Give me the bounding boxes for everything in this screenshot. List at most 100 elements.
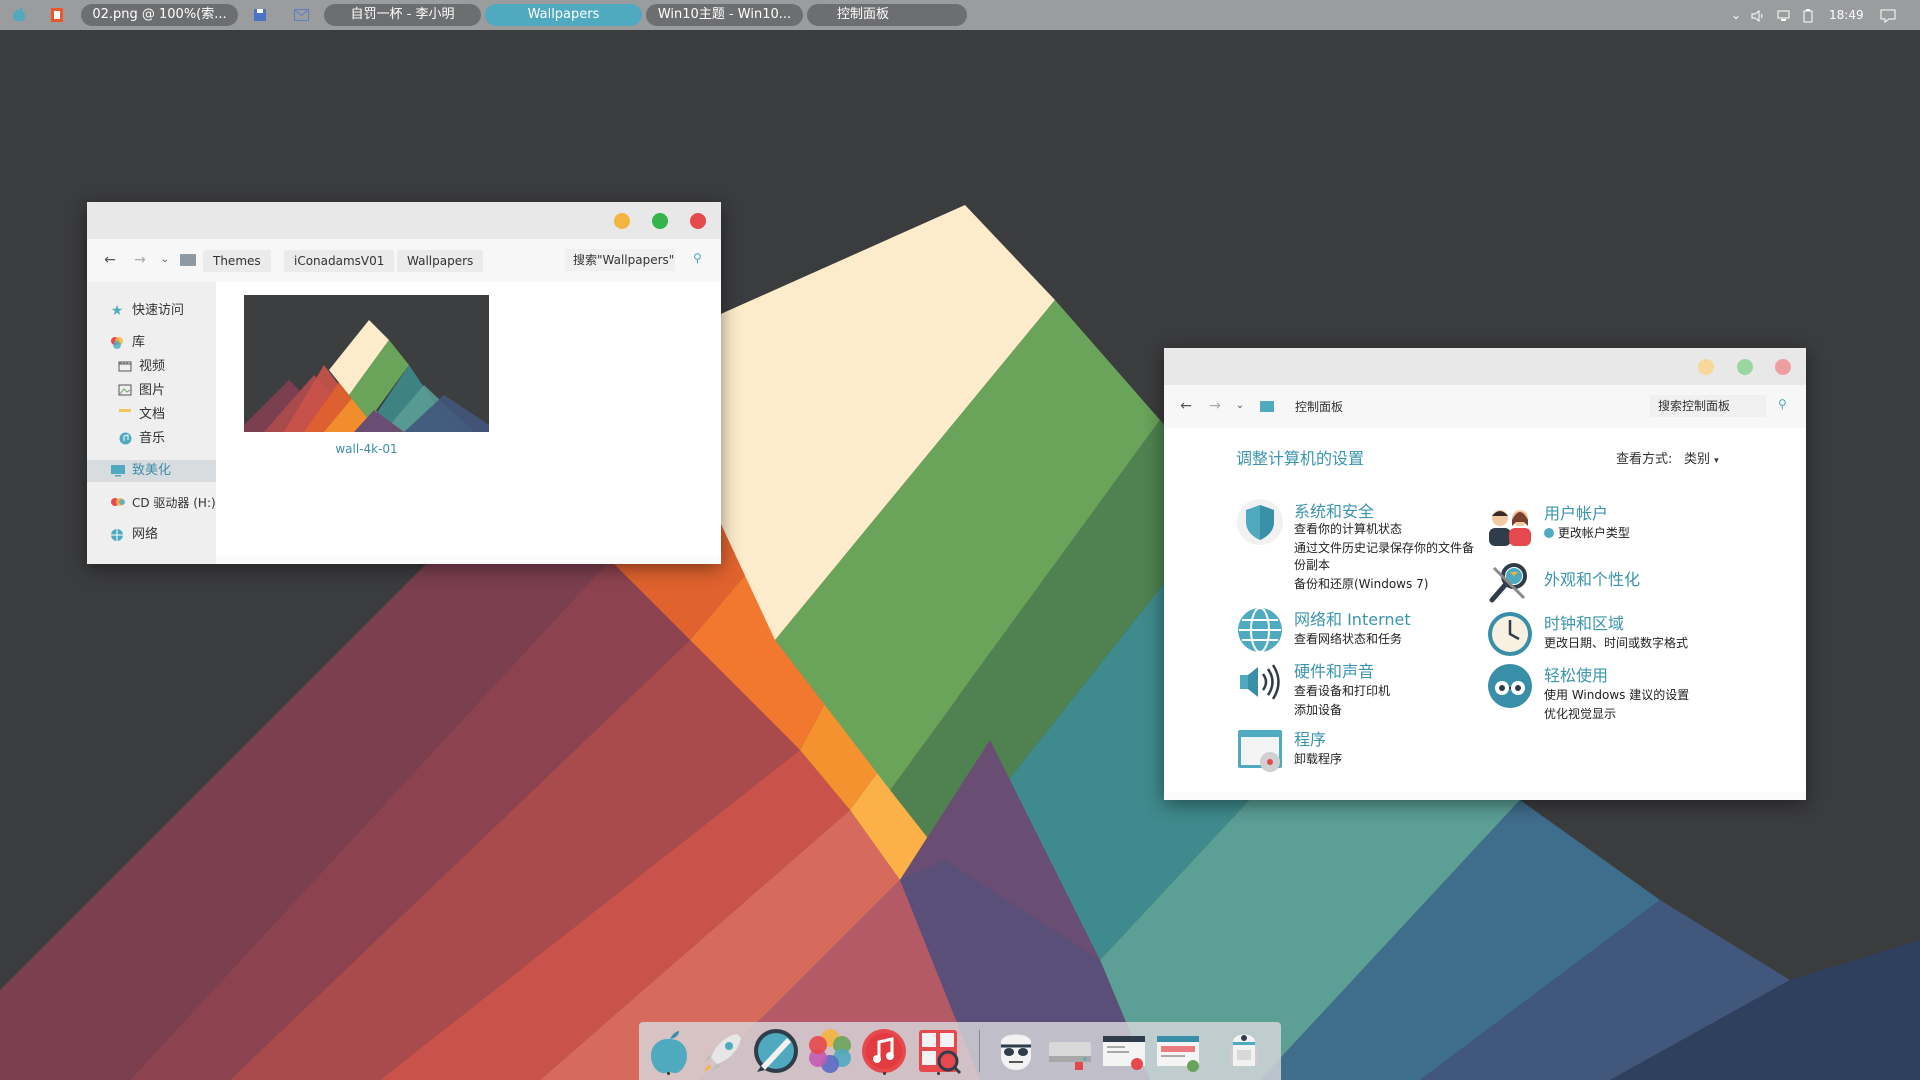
category-link[interactable]: 卸载程序 xyxy=(1294,750,1342,767)
volume-icon[interactable] xyxy=(1751,0,1765,30)
category-appearance[interactable]: 外观和个性化 xyxy=(1486,558,1726,608)
sidebar-label: CD 驱动器 (H:) xyxy=(132,496,216,510)
picture-icon xyxy=(118,384,132,398)
maximize-button[interactable] xyxy=(1737,359,1753,375)
explorer-window: ← → ⌄ Themes iConadamsV01 Wallpapers 搜索"… xyxy=(87,202,721,564)
category-network-internet[interactable]: 网络和 Internet 查看网络状态和任务 xyxy=(1236,606,1476,656)
task-music[interactable]: 自罚一杯 - 李小明 xyxy=(324,4,481,26)
category-link[interactable]: 优化视觉显示 xyxy=(1544,705,1616,722)
category-link[interactable]: 查看你的计算机状态 xyxy=(1294,520,1402,537)
file-thumbnail[interactable] xyxy=(244,295,489,432)
robot-icon[interactable] xyxy=(1219,1026,1269,1076)
category-user-accounts[interactable]: 用户帐户 更改帐户类型 xyxy=(1486,500,1726,550)
task-control-panel[interactable]: 控制面板 xyxy=(807,4,967,26)
category-link[interactable]: 份副本 xyxy=(1294,556,1330,573)
category-title[interactable]: 时钟和区域 xyxy=(1544,610,1624,634)
view-dropdown[interactable]: 类别 ▾ xyxy=(1684,448,1719,467)
sidebar-label: 视频 xyxy=(139,359,166,374)
breadcrumb-themes[interactable]: Themes xyxy=(203,250,271,272)
forward-arrow-icon[interactable]: → xyxy=(1207,398,1223,414)
stormtrooper-icon[interactable] xyxy=(991,1026,1041,1076)
category-system-security[interactable]: 系统和安全 查看你的计算机状态 通过文件历史记录保存你的文件备 份副本 备份和还… xyxy=(1236,498,1476,591)
category-link[interactable]: 添加设备 xyxy=(1294,701,1342,718)
network-tray-icon[interactable] xyxy=(1777,0,1792,30)
explorer-titlebar[interactable] xyxy=(87,202,721,239)
wallpaper-thumbnail-image xyxy=(244,295,489,432)
recent-dropdown-icon[interactable]: ⌄ xyxy=(157,252,173,268)
control-panel-icon xyxy=(1260,401,1274,412)
control-panel-titlebar[interactable] xyxy=(1164,348,1806,385)
search-icon[interactable]: ⚲ xyxy=(1778,397,1787,411)
category-title[interactable]: 网络和 Internet xyxy=(1294,606,1411,630)
forward-arrow-icon[interactable]: → xyxy=(132,252,148,268)
finder-icon[interactable] xyxy=(643,1026,693,1076)
search-icon[interactable]: ⚲ xyxy=(693,251,702,265)
recent-dropdown-icon[interactable]: ⌄ xyxy=(1232,398,1248,414)
task-wallpapers[interactable]: Wallpapers xyxy=(485,4,642,26)
minimize-button[interactable] xyxy=(1698,359,1714,375)
task-photoshop[interactable]: 02.png @ 100%(索... xyxy=(81,4,238,26)
paintbrush-icon[interactable] xyxy=(751,1026,801,1076)
search-input[interactable]: 搜索控制面板 xyxy=(1650,395,1766,417)
sidebar-item-pictures[interactable]: 图片 xyxy=(87,380,216,402)
category-programs[interactable]: 程序 卸载程序 xyxy=(1236,726,1476,776)
category-hardware-sound[interactable]: 硬件和声音 查看设备和打印机 添加设备 xyxy=(1236,658,1476,717)
maximize-button[interactable] xyxy=(652,213,668,229)
category-link[interactable]: 查看设备和打印机 xyxy=(1294,682,1390,699)
category-title[interactable]: 程序 xyxy=(1294,726,1326,750)
sidebar-item-quick-access[interactable]: ★ 快速访问 xyxy=(87,300,216,322)
sidebar-item-documents[interactable]: 文档 xyxy=(87,404,216,426)
chevron-up-icon[interactable]: ⌄ xyxy=(1731,0,1741,30)
sidebar-item-zhimeihua[interactable]: 致美化 xyxy=(87,460,216,482)
back-arrow-icon[interactable]: ← xyxy=(102,252,118,268)
rocket-icon[interactable] xyxy=(697,1026,747,1076)
mail-icon[interactable] xyxy=(1099,1026,1149,1076)
task-win10-theme[interactable]: Win10主题 - Win10... xyxy=(646,4,803,26)
search-input[interactable]: 搜索"Wallpapers" xyxy=(565,249,675,271)
notification-icon[interactable] xyxy=(1880,0,1896,30)
category-title[interactable]: 轻松使用 xyxy=(1544,662,1608,686)
category-ease-of-access[interactable]: 轻松使用 使用 Windows 建议的设置 优化视觉显示 xyxy=(1486,662,1726,721)
dock-separator xyxy=(979,1030,980,1072)
category-title[interactable]: 硬件和声音 xyxy=(1294,658,1374,682)
save-icon[interactable] xyxy=(251,6,269,24)
task-label: Wallpapers xyxy=(527,7,600,22)
breadcrumb-wallpapers[interactable]: Wallpapers xyxy=(397,250,484,272)
sidebar-item-videos[interactable]: 视频 xyxy=(87,356,216,378)
breadcrumb-control-panel[interactable]: 控制面板 xyxy=(1295,398,1343,415)
category-title[interactable]: 系统和安全 xyxy=(1294,498,1374,522)
category-link[interactable]: 使用 Windows 建议的设置 xyxy=(1544,686,1689,703)
category-clock-region[interactable]: 时钟和区域 更改日期、时间或数字格式 xyxy=(1486,610,1726,660)
sidebar-item-network[interactable]: 网络 xyxy=(87,524,216,546)
category-link[interactable]: 备份和还原(Windows 7) xyxy=(1294,575,1428,592)
photos-icon[interactable] xyxy=(805,1026,855,1076)
sidebar-label: 文档 xyxy=(139,407,166,422)
browser-icon[interactable] xyxy=(1153,1026,1203,1076)
category-link[interactable]: 更改日期、时间或数字格式 xyxy=(1544,634,1688,651)
sidebar-label: 致美化 xyxy=(132,463,172,478)
photo-booth-icon[interactable] xyxy=(913,1026,963,1076)
sidebar-item-cd-drive[interactable]: CD 驱动器 (H:) xyxy=(87,492,216,514)
mail-icon[interactable] xyxy=(292,6,310,24)
start-icon[interactable] xyxy=(10,6,28,24)
office-icon[interactable] xyxy=(48,6,66,24)
sidebar-item-library[interactable]: 库 xyxy=(87,332,216,354)
sidebar-item-music[interactable]: 音乐 xyxy=(87,428,216,450)
battery-icon[interactable] xyxy=(1803,0,1813,30)
category-link[interactable]: 通过文件历史记录保存你的文件备 xyxy=(1294,539,1474,556)
category-link[interactable]: 查看网络状态和任务 xyxy=(1294,630,1402,647)
back-arrow-icon[interactable]: ← xyxy=(1178,398,1194,414)
minimize-button[interactable] xyxy=(614,213,630,229)
close-button[interactable] xyxy=(690,213,706,229)
category-link-label: 更改帐户类型 xyxy=(1557,526,1630,540)
clock-time[interactable]: 18:49 xyxy=(1829,0,1864,30)
file-name[interactable]: wall-4k-01 xyxy=(244,442,489,456)
explorer-sidebar: ★ 快速访问 库 视频 图片 文档 音乐 致美化 CD 驱动器 (H:) 网络 xyxy=(87,282,216,564)
breadcrumb-iconadams[interactable]: iConadamsV01 xyxy=(284,250,395,272)
category-title[interactable]: 外观和个性化 xyxy=(1544,566,1640,590)
drive-icon[interactable] xyxy=(1045,1026,1095,1076)
music-note-icon[interactable] xyxy=(859,1026,909,1076)
category-link[interactable]: 更改帐户类型 xyxy=(1544,524,1630,541)
category-title[interactable]: 用户帐户 xyxy=(1544,500,1608,524)
close-button[interactable] xyxy=(1775,359,1791,375)
